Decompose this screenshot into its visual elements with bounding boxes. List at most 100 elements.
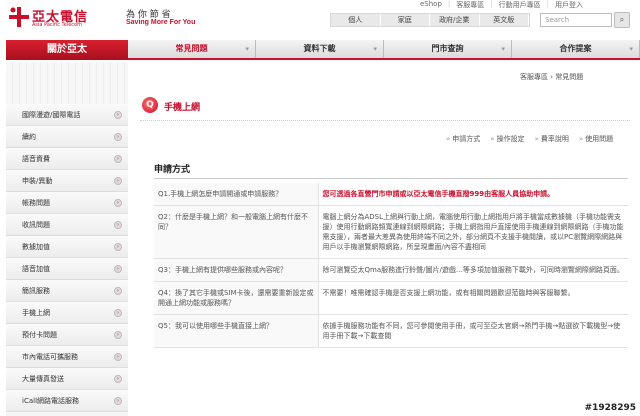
sidebar-item-label: 語音資費 xyxy=(22,155,50,163)
chevron-right-icon: › xyxy=(114,331,122,339)
sidebar-item-label: 數據加值 xyxy=(22,243,50,251)
sidebar-item[interactable]: 市內電話可攜服務 › xyxy=(6,346,128,368)
sidebar-item[interactable]: 數據加值 › xyxy=(6,236,128,258)
sidebar-item[interactable]: 申裝/異動 › xyxy=(6,170,128,192)
nav-store-search[interactable]: 門市查詢 ▾ xyxy=(384,40,512,58)
arrow-icon: » xyxy=(446,135,451,143)
faq-answer: 電腦上網分為ADSL上網與行動上網，電腦使用行動上網指用戶將手機當成數據機（手機… xyxy=(318,205,628,259)
section-title: 申請方式 xyxy=(154,165,191,175)
chevron-right-icon: › xyxy=(114,199,122,207)
sidebar-item[interactable]: 語音資費 › xyxy=(6,148,128,170)
nav-label: 門市查詢 xyxy=(431,44,464,53)
chevron-right-icon: › xyxy=(114,111,122,119)
toplink-service[interactable]: 客服專區 xyxy=(456,0,484,10)
nav-downloads[interactable]: 資料下載 ▾ xyxy=(256,40,384,58)
page-title: 手機上網 xyxy=(164,103,201,113)
arrow-icon: » xyxy=(534,135,539,143)
tab-apply[interactable]: » 申請方式 xyxy=(446,134,480,144)
chevron-right-icon: › xyxy=(114,243,122,251)
faq-row: Q5：我可以使用哪些手機直接上網？ 依據手機服務功能有不同，您可參閱使用手冊，或… xyxy=(154,314,628,348)
sidebar-item[interactable]: 國際漫遊/國際電話 › xyxy=(6,104,128,126)
segment-home[interactable]: 家庭 xyxy=(381,14,430,26)
sidebar-item-label: 申裝/異動 xyxy=(22,177,53,185)
title-row: Q 手機上網 xyxy=(140,95,630,121)
nav-faq[interactable]: 常見問題 ▾ xyxy=(128,40,256,58)
sidebar-item[interactable]: iCall網路電話服務 › xyxy=(6,390,128,412)
faq-row: Q2：什麼是手機上網？和一般電腦上網有什麼不同？ 電腦上網分為ADSL上網與行動… xyxy=(154,205,628,259)
tab-label: 申請方式 xyxy=(452,135,481,143)
faq-row: Q1.手機上網怎麼申請開通或申請服務？ 您可透過各直營門市申請或以亞太電信手機直… xyxy=(154,183,628,206)
search-icon[interactable]: ⌕ xyxy=(614,12,630,28)
segment-english[interactable]: 英文版 xyxy=(480,14,529,26)
tab-usage[interactable]: » 使用問題 xyxy=(579,134,613,144)
toplink-separator: | xyxy=(490,0,493,8)
sidebar-item-label: 帳務問題 xyxy=(22,199,50,207)
chevron-right-icon: › xyxy=(114,265,122,273)
sidebar-item[interactable]: 簡訊服務 › xyxy=(6,280,128,302)
tab-label: 費率說明 xyxy=(540,135,569,143)
segment-personal[interactable]: 個人 xyxy=(331,14,381,26)
toplink-separator: | xyxy=(447,0,451,8)
faq-answer: 依據手機服務功能有不同，您可參閱使用手冊，或可至亞太官網→熱門手機→點選欲下載機… xyxy=(318,314,628,348)
segment-business[interactable]: 政府/企業 xyxy=(430,14,480,26)
section-divider xyxy=(154,178,628,179)
brand-logo-icon[interactable] xyxy=(8,6,30,28)
faq-table: Q1.手機上網怎麼申請開通或申請服務？ 您可透過各直營門市申請或以亞太電信手機直… xyxy=(154,183,628,348)
tab-label: 操作設定 xyxy=(496,135,525,143)
watermark: #1928295 xyxy=(584,403,636,413)
sidebar: 國際漫遊/國際電話 › 續約 › 語音資費 › 申裝/異動 › 帳務問題 › 收訊問題 › … xyxy=(6,62,128,416)
tab-label: 使用問題 xyxy=(585,135,614,143)
sidebar-item-label: 預付卡問題 xyxy=(22,331,57,339)
sidebar-item[interactable]: 語音加值 › xyxy=(6,258,128,280)
side-banner: 關於亞太 xyxy=(6,40,128,60)
tab-rates[interactable]: » 費率說明 xyxy=(535,134,569,144)
toplink-login[interactable]: 用戶登入 xyxy=(555,0,583,10)
chevron-down-icon: ▾ xyxy=(245,45,249,53)
sidebar-item[interactable]: 帳務問題 › xyxy=(6,192,128,214)
sidebar-item-label: iCall網路電話服務 xyxy=(22,397,80,405)
chevron-down-icon: ▾ xyxy=(629,45,633,53)
header: 亞太電信 Asia Pacific Telecom 為 你 節 省 Saving… xyxy=(0,0,640,36)
sidebar-decoration xyxy=(6,62,128,104)
brand-subtitle: Asia Pacific Telecom xyxy=(32,22,82,28)
toplink-mobile[interactable]: 行動用戶專區 xyxy=(499,0,541,10)
toplink-eshop[interactable]: eShop xyxy=(420,0,442,10)
breadcrumb[interactable]: 客服專區 › 常見問題 xyxy=(520,72,583,82)
nav-partnership[interactable]: 合作提案 ▾ xyxy=(512,40,640,58)
arrow-icon: » xyxy=(490,135,495,143)
chevron-right-icon: › xyxy=(114,133,122,141)
sidebar-item[interactable]: 預付卡問題 › xyxy=(6,324,128,346)
chevron-right-icon: › xyxy=(114,155,122,163)
sidebar-item[interactable]: 手機上網 › xyxy=(6,302,128,324)
toplink-separator: | xyxy=(546,0,549,8)
chevron-right-icon: › xyxy=(114,309,122,317)
sidebar-item[interactable]: 大量傳真發送 › xyxy=(6,368,128,390)
faq-question: Q4：換了其它手機或SIM卡後，還需要重新設定或開通上網功能或服務嗎？ xyxy=(154,281,319,315)
slogan-en: Saving More For You xyxy=(126,19,196,26)
sidebar-item-label: 手機上網 xyxy=(22,309,50,317)
chevron-down-icon: ▾ xyxy=(373,45,377,53)
sidebar-item-label: 市內電話可攜服務 xyxy=(22,353,78,361)
sidebar-item-label: 續約 xyxy=(22,133,36,141)
faq-row: Q3：手機上網有提供哪些服務或內容呢？ 除可瀏覽亞太Qma服務進行鈴聲/圖片/遊… xyxy=(154,258,628,282)
chevron-right-icon: › xyxy=(114,397,122,405)
sidebar-item-label: 語音加值 xyxy=(22,265,50,273)
sidebar-item-label: 簡訊服務 xyxy=(22,287,50,295)
faq-question: Q2：什麼是手機上網？和一般電腦上網有什麼不同？ xyxy=(154,205,319,259)
sidebar-item[interactable]: 收訊問題 › xyxy=(6,214,128,236)
faq-answer: 您可透過各直營門市申請或以亞太電信手機直撥999由客服人員協助申請。 xyxy=(318,183,628,206)
sidebar-item-label: 收訊問題 xyxy=(22,221,50,229)
chevron-right-icon: › xyxy=(114,375,122,383)
nav-label: 資料下載 xyxy=(303,44,336,53)
tab-settings[interactable]: » 操作設定 xyxy=(490,134,524,144)
arrow-icon: » xyxy=(578,135,584,143)
sidebar-item[interactable]: 續約 › xyxy=(6,126,128,148)
chevron-down-icon: ▾ xyxy=(501,45,505,53)
chevron-right-icon: › xyxy=(114,177,122,185)
nav-label: 合作提案 xyxy=(559,44,592,53)
top-links: eShop | 客服專區 | 行動用戶專區 | 用戶登入 xyxy=(420,0,583,10)
search-input[interactable]: Search xyxy=(540,13,612,27)
faq-question: Q3：手機上網有提供哪些服務或內容呢？ xyxy=(154,258,319,282)
faq-question: Q1.手機上網怎麼申請開通或申請服務？ xyxy=(154,183,319,206)
nav-label: 常見問題 xyxy=(175,44,208,53)
